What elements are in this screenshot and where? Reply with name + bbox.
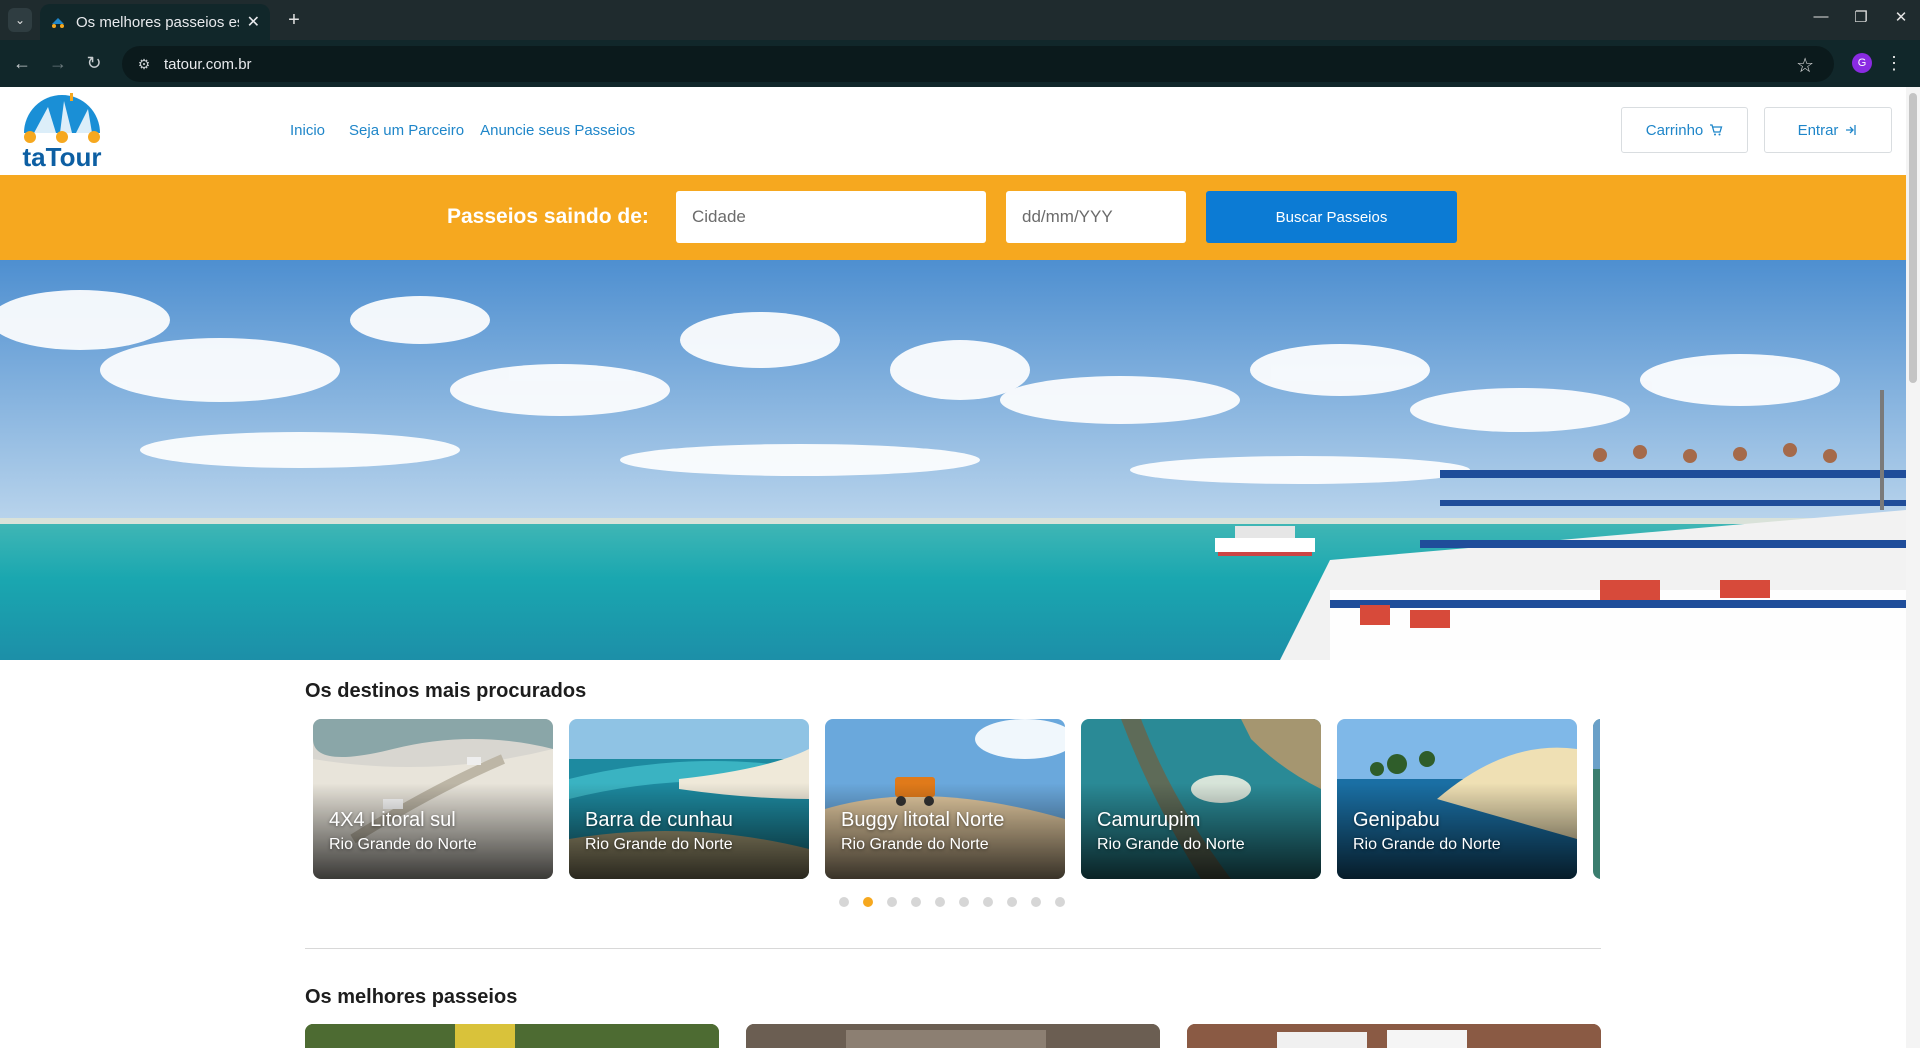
- destination-region: Rio Grande do Norte: [1353, 836, 1501, 853]
- destinations-carousel: 4X4 Litoral sul Rio Grande do Norte Barr…: [313, 719, 1600, 879]
- carousel-dot[interactable]: [1055, 897, 1065, 907]
- tour-card-image[interactable]: [1187, 1024, 1601, 1048]
- bookmark-star-icon[interactable]: ☆: [1796, 53, 1814, 78]
- new-tab-plus-icon[interactable]: +: [282, 8, 306, 32]
- tour-card-image[interactable]: [305, 1024, 719, 1048]
- minimize-icon[interactable]: —: [1812, 8, 1830, 26]
- site-header: taTour Inicio Seja um Parceiro Anuncie s…: [0, 87, 1906, 175]
- destination-region: Rio Grande do Norte: [329, 836, 477, 853]
- cart-button[interactable]: Carrinho: [1621, 107, 1748, 153]
- tab-close-icon[interactable]: ✕: [247, 12, 260, 32]
- carousel-dot[interactable]: [1031, 897, 1041, 907]
- carousel-dot[interactable]: [839, 897, 849, 907]
- tab-title: Os melhores passeios estão aqui: [76, 13, 239, 31]
- nav-link-seja-parceiro[interactable]: Seja um Parceiro: [349, 122, 464, 139]
- hero-banner-image: [0, 260, 1906, 660]
- destination-name: Buggy litotal Norte: [841, 809, 1005, 831]
- window-controls: — ❐ ✕: [1812, 8, 1910, 26]
- nav-link-inicio[interactable]: Inicio: [290, 122, 325, 139]
- destination-card[interactable]: 4X4 Litoral sul Rio Grande do Norte: [313, 719, 553, 879]
- page-scrollbar[interactable]: [1906, 87, 1920, 1048]
- tatour-logo[interactable]: taTour: [14, 93, 110, 171]
- destination-card[interactable]: Genipabu Rio Grande do Norte: [1337, 719, 1577, 879]
- window-close-icon[interactable]: ✕: [1892, 8, 1910, 26]
- destination-card[interactable]: Camurupim Rio Grande do Norte: [1081, 719, 1321, 879]
- carousel-dot[interactable]: [935, 897, 945, 907]
- section-divider: [305, 948, 1601, 949]
- scrollbar-thumb[interactable]: [1909, 93, 1917, 383]
- nav-link-anuncie[interactable]: Anuncie seus Passeios: [480, 122, 635, 139]
- carousel-dot[interactable]: [911, 897, 921, 907]
- address-bar[interactable]: ⚙ tatour.com.br ☆: [122, 46, 1834, 82]
- search-label: Passeios saindo de:: [447, 205, 649, 228]
- destination-name: Barra de cunhau: [585, 809, 733, 831]
- profile-avatar[interactable]: G: [1852, 53, 1872, 73]
- browser-menu-icon[interactable]: ⋮: [1885, 51, 1903, 75]
- city-input[interactable]: [676, 191, 986, 243]
- destination-card-partial[interactable]: [1593, 719, 1600, 879]
- search-tours-button[interactable]: Buscar Passeios: [1206, 191, 1457, 243]
- destination-region: Rio Grande do Norte: [585, 836, 733, 853]
- destination-region: Rio Grande do Norte: [841, 836, 989, 853]
- carousel-dot[interactable]: [959, 897, 969, 907]
- tatour-favicon-icon: [52, 18, 64, 28]
- cart-icon: [1710, 124, 1723, 136]
- url-text: tatour.com.br: [164, 55, 252, 73]
- destination-region: Rio Grande do Norte: [1097, 836, 1245, 853]
- destinations-title: Os destinos mais procurados: [305, 680, 587, 702]
- reload-icon[interactable]: ↻: [82, 51, 106, 75]
- login-button-label: Entrar: [1797, 121, 1839, 139]
- browser-toolbar: ← → ↻ ⚙ tatour.com.br ☆ G ⋮: [0, 40, 1920, 87]
- forward-arrow-icon[interactable]: →: [46, 51, 70, 75]
- main-nav: Inicio Seja um Parceiro Anuncie seus Pas…: [290, 122, 635, 139]
- destination-card[interactable]: Buggy litotal Norte Rio Grande do Norte: [825, 719, 1065, 879]
- site-info-tune-icon[interactable]: ⚙: [134, 54, 154, 74]
- restore-icon[interactable]: ❐: [1852, 8, 1870, 26]
- browser-tab-active[interactable]: Os melhores passeios estão aqui ✕: [40, 4, 270, 40]
- browser-tab-bar: ⌄ Os melhores passeios estão aqui ✕ + — …: [0, 0, 1920, 40]
- login-arrow-icon: [1846, 125, 1857, 135]
- login-button[interactable]: Entrar: [1764, 107, 1892, 153]
- destination-name: Camurupim: [1097, 809, 1201, 831]
- date-input[interactable]: [1006, 191, 1186, 243]
- logo-text: taTour: [23, 142, 102, 171]
- carousel-pagination: [839, 897, 1065, 907]
- back-arrow-icon[interactable]: ←: [10, 51, 34, 75]
- search-band: Passeios saindo de: Buscar Passeios: [0, 175, 1906, 260]
- logo-sun-rays-icon: [24, 93, 100, 143]
- carousel-dot[interactable]: [1007, 897, 1017, 907]
- best-tours-title: Os melhores passeios: [305, 986, 518, 1008]
- page-viewport: taTour Inicio Seja um Parceiro Anuncie s…: [0, 87, 1920, 1048]
- tab-search-chevron-icon[interactable]: ⌄: [8, 8, 32, 32]
- carousel-dot[interactable]: [863, 897, 873, 907]
- destination-name: 4X4 Litoral sul: [329, 809, 456, 831]
- tour-card-image[interactable]: [746, 1024, 1160, 1048]
- cart-button-label: Carrinho: [1645, 121, 1704, 139]
- destination-name: Genipabu: [1353, 809, 1440, 831]
- destination-card[interactable]: Barra de cunhau Rio Grande do Norte: [569, 719, 809, 879]
- carousel-dot[interactable]: [983, 897, 993, 907]
- carousel-dot[interactable]: [887, 897, 897, 907]
